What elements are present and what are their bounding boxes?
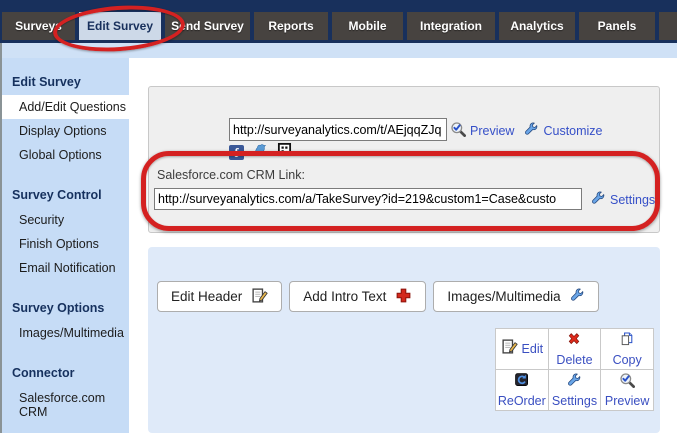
reorder-icon — [514, 372, 530, 393]
tab-edit-survey[interactable]: Edit Survey — [79, 12, 161, 40]
multimedia-wrench-icon — [570, 288, 585, 306]
images-multimedia-button[interactable]: Images/Multimedia — [433, 281, 598, 312]
add-plus-icon — [395, 287, 412, 307]
action-delete[interactable]: Delete — [549, 329, 602, 370]
action-copy[interactable]: Copy — [601, 329, 654, 370]
sidebar-item-add-edit-questions[interactable]: Add/Edit Questions — [2, 95, 129, 119]
crm-url-input[interactable] — [154, 188, 582, 210]
sidebar-item-display-options[interactable]: Display Options — [2, 119, 129, 143]
settings-wrench-icon — [591, 191, 606, 209]
sidebar-item-finish-options[interactable]: Finish Options — [2, 232, 129, 256]
sidebar-item-salesforce-crm[interactable]: Salesforce.com CRM — [2, 386, 129, 424]
tab-mobile[interactable]: Mobile — [332, 12, 403, 40]
sidebar-item-security[interactable]: Security — [2, 208, 129, 232]
sidebar-section-survey-control: Survey Control — [2, 183, 129, 208]
sidebar-section-connector: Connector — [2, 361, 129, 386]
tab-send-survey[interactable]: Send Survey — [165, 12, 250, 40]
action-reorder-label: ReOrder — [498, 394, 546, 408]
add-intro-text-button[interactable]: Add Intro Text — [289, 281, 426, 312]
crm-settings-link[interactable]: Settings — [591, 191, 655, 209]
action-edit-label: Edit — [522, 342, 544, 356]
action-copy-label: Copy — [613, 353, 642, 367]
sidebar-item-images-multimedia[interactable]: Images/Multimedia — [2, 321, 129, 345]
preview-magnifier-icon — [450, 121, 466, 140]
edit-note-icon — [251, 287, 268, 307]
tab-panels[interactable]: Panels — [579, 12, 655, 40]
sidebar: Edit Survey Add/Edit Questions Display O… — [2, 58, 129, 433]
survey-url-input[interactable] — [229, 118, 447, 141]
social-share-row: f — [229, 142, 292, 162]
preview-icon — [619, 372, 635, 393]
sidebar-item-global-options[interactable]: Global Options — [2, 143, 129, 167]
preview-link-label: Preview — [470, 124, 514, 138]
editor-toolbar: Edit Header Add Intro Text Images/Multim… — [157, 281, 599, 312]
app-window: { "nav": { "tabs": [ {"label": "Surveys"… — [0, 0, 677, 438]
settings-icon — [567, 373, 582, 393]
customize-link[interactable]: Customize — [524, 122, 602, 140]
sidebar-section-survey-options: Survey Options — [2, 296, 129, 321]
action-reorder[interactable]: ReOrder — [496, 370, 549, 411]
action-edit[interactable]: Edit — [496, 329, 549, 370]
sub-nav-band — [0, 43, 677, 58]
add-intro-label: Add Intro Text — [303, 289, 386, 304]
question-actions-grid: Edit Delete Copy ReOrder Settings Previe… — [495, 328, 654, 411]
action-preview[interactable]: Preview — [601, 370, 654, 411]
nav-tabs: Surveys Edit Survey Send Survey Reports … — [2, 12, 677, 40]
tab-reports[interactable]: Reports — [254, 12, 328, 40]
action-preview-label: Preview — [605, 394, 649, 408]
customize-wrench-icon — [524, 122, 539, 140]
facebook-icon[interactable]: f — [229, 145, 244, 160]
nav-filler — [659, 12, 677, 40]
twitter-bird-icon[interactable] — [253, 142, 268, 162]
edit-header-button[interactable]: Edit Header — [157, 281, 282, 312]
survey-editor-panel: Edit Header Add Intro Text Images/Multim… — [148, 247, 660, 433]
edit-icon — [501, 338, 518, 360]
tab-surveys[interactable]: Surveys — [2, 12, 75, 40]
crm-link-label: Salesforce.com CRM Link: — [157, 168, 305, 182]
delete-icon — [566, 331, 582, 352]
copy-icon — [619, 331, 635, 352]
action-settings-label: Settings — [552, 394, 597, 408]
edit-header-label: Edit Header — [171, 289, 242, 304]
sidebar-section-edit-survey: Edit Survey — [2, 70, 129, 95]
tab-integration[interactable]: Integration — [407, 12, 495, 40]
action-delete-label: Delete — [556, 353, 592, 367]
share-link-box: Preview Customize f Salesforce.com CRM L… — [148, 86, 660, 233]
sidebar-item-email-notification[interactable]: Email Notification — [2, 256, 129, 280]
preview-link[interactable]: Preview — [450, 121, 514, 140]
customize-link-label: Customize — [543, 124, 602, 138]
qr-code-icon[interactable] — [277, 142, 292, 162]
images-multimedia-label: Images/Multimedia — [447, 289, 560, 304]
crm-settings-label: Settings — [610, 193, 655, 207]
action-settings[interactable]: Settings — [549, 370, 602, 411]
tab-analytics[interactable]: Analytics — [499, 12, 575, 40]
